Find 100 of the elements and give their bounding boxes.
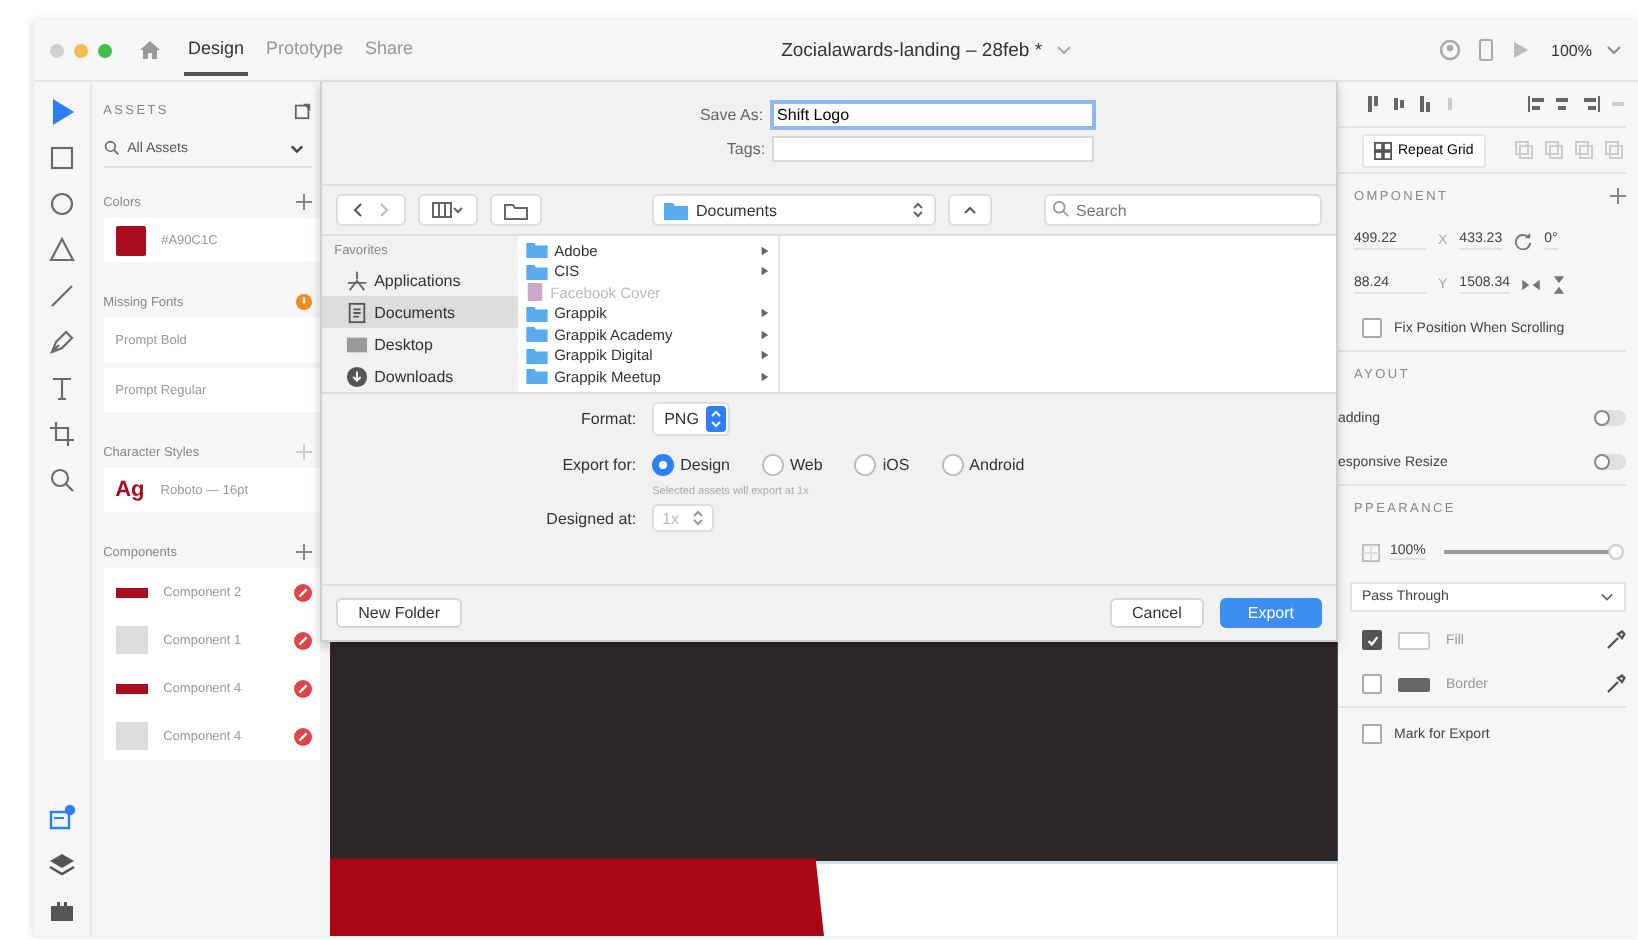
chevron-icon[interactable]	[290, 141, 305, 155]
flip-horizontal-icon[interactable]	[1521, 277, 1540, 291]
triangle-tool-icon[interactable]	[47, 236, 76, 264]
radio-button[interactable]	[762, 454, 784, 476]
opacity-icon	[1362, 543, 1380, 561]
stepper-arrows-icon	[912, 200, 924, 220]
toggle-switch[interactable]	[1594, 454, 1626, 470]
applications-icon	[346, 269, 369, 291]
search-field[interactable]: Search	[1044, 194, 1322, 226]
folder-icon	[526, 242, 549, 259]
dialog-button[interactable]: New Folder	[336, 598, 462, 628]
radio-button[interactable]	[941, 454, 964, 476]
layers-icon[interactable]	[47, 850, 76, 878]
home-icon[interactable]	[138, 38, 162, 62]
folder-icon	[526, 326, 549, 343]
radio-label[interactable]: iOS	[882, 456, 910, 474]
edit-icon[interactable]	[294, 727, 313, 745]
folder-icon	[526, 368, 549, 385]
zoom-button[interactable]	[98, 43, 112, 57]
radio-label[interactable]: Android	[969, 456, 1025, 474]
plugins-icon[interactable]	[47, 896, 76, 924]
edit-icon[interactable]	[294, 679, 313, 697]
style-sample: Ag	[115, 478, 145, 502]
radio-button[interactable]	[652, 454, 675, 476]
field-label: Designed at:	[544, 509, 637, 527]
radio-label[interactable]: Web	[790, 456, 823, 474]
eyedropper-icon[interactable]	[1606, 674, 1626, 694]
user-icon[interactable]	[1437, 38, 1462, 62]
share-icon[interactable]	[294, 101, 313, 119]
component-thumbnail	[115, 683, 148, 693]
artboard-tool-icon[interactable]	[47, 420, 76, 448]
rotate-icon[interactable]	[1514, 231, 1533, 249]
sidebar-item[interactable]: Documents	[322, 296, 519, 328]
phone-icon[interactable]	[1475, 38, 1496, 62]
zoom-level[interactable]: 100%	[1551, 41, 1592, 59]
columns-icon	[432, 202, 465, 218]
dialog-button[interactable]: Cancel	[1109, 598, 1204, 628]
fill-swatch[interactable]	[1398, 631, 1430, 649]
format-dropdown[interactable]: PNG	[652, 402, 731, 436]
checkbox[interactable]	[1362, 630, 1382, 650]
download-icon	[346, 365, 369, 387]
folder-icon	[526, 305, 549, 322]
folder-icon	[504, 201, 529, 219]
border-swatch[interactable]	[1398, 677, 1430, 691]
toggle-switch[interactable]	[1594, 410, 1626, 426]
chevron-up-icon	[962, 202, 978, 218]
new-folder-icon-button[interactable]	[490, 194, 543, 226]
pen-tool-icon[interactable]	[47, 328, 76, 356]
component-thumbnail	[115, 722, 148, 750]
desktop-icon	[346, 333, 369, 355]
checkbox[interactable]	[1362, 318, 1382, 338]
folder-icon	[526, 347, 549, 364]
assets-panel-icon[interactable]	[47, 804, 76, 832]
add-icon[interactable]	[1610, 188, 1626, 204]
document-title[interactable]: Zocialawards-landing – 28feb *	[781, 39, 1043, 61]
select-tool-icon[interactable]	[47, 98, 76, 126]
edit-icon[interactable]	[294, 583, 313, 601]
field-label: Save As:	[697, 106, 764, 124]
save-as-field[interactable]: Shift Logo	[769, 100, 1096, 130]
rectangle-tool-icon[interactable]	[47, 144, 76, 172]
sidebar-item[interactable]: Applications	[322, 264, 519, 296]
document-icon	[346, 301, 369, 323]
view-mode-button[interactable]	[418, 194, 479, 226]
line-tool-icon[interactable]	[47, 282, 76, 310]
sidebar-item[interactable]: Downloads	[322, 360, 519, 392]
field-label: Tags:	[724, 140, 766, 158]
edit-icon[interactable]	[294, 631, 313, 649]
add-icon[interactable]	[296, 544, 313, 560]
file-icon	[526, 282, 545, 303]
back-icon[interactable]	[350, 202, 367, 218]
slider-thumb[interactable]	[1608, 544, 1624, 560]
checkbox[interactable]	[1362, 724, 1382, 744]
tags-field[interactable]	[771, 136, 1094, 162]
checkbox[interactable]	[1362, 674, 1382, 694]
folder-icon	[664, 201, 688, 219]
radio-button[interactable]	[854, 454, 877, 476]
sidebar-item[interactable]: Desktop	[322, 328, 519, 360]
component-thumbnail	[115, 626, 148, 654]
flip-vertical-icon[interactable]	[1551, 275, 1566, 293]
distribute-icons[interactable]	[1526, 94, 1626, 114]
location-dropdown[interactable]: Documents	[652, 194, 936, 226]
mode-tab[interactable]: Design	[184, 24, 249, 76]
field-label: Format:	[579, 410, 637, 428]
warning-icon	[296, 294, 313, 310]
collapse-button[interactable]	[948, 194, 992, 226]
zoom-tool-icon[interactable]	[47, 466, 76, 494]
component-thumbnail	[115, 587, 148, 597]
search-icon	[103, 140, 120, 156]
grid-icon	[1374, 141, 1392, 159]
eyedropper-icon[interactable]	[1606, 630, 1626, 650]
folder-icon	[526, 263, 549, 280]
field-label: Export for:	[560, 456, 637, 474]
chevron-icon	[1600, 589, 1614, 603]
stepper-arrows-icon	[706, 406, 727, 432]
add-icon[interactable]	[296, 194, 313, 210]
text-tool-icon[interactable]	[47, 374, 76, 402]
stepper-arrows-icon	[691, 508, 704, 528]
radio-label[interactable]: Design	[680, 456, 730, 474]
ellipse-tool-icon[interactable]	[47, 190, 76, 218]
search-icon	[1052, 200, 1070, 218]
